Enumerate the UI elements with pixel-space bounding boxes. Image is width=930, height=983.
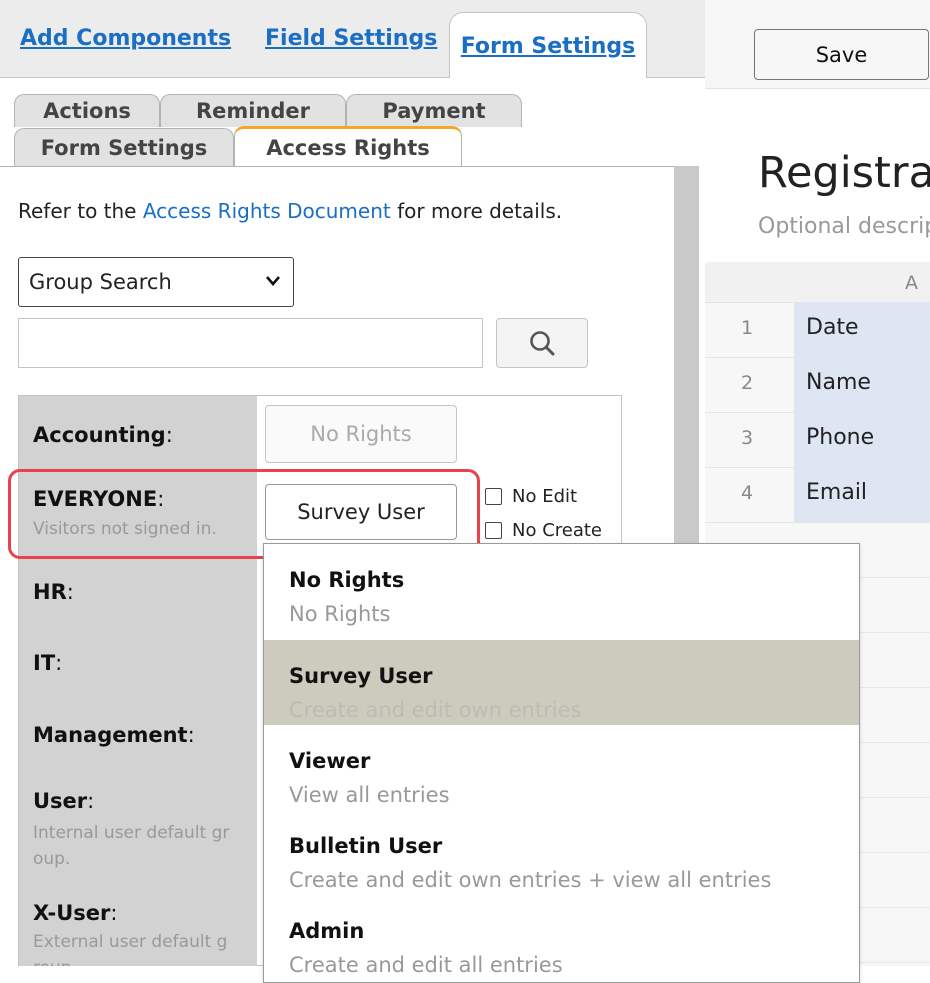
option-title: No Rights (289, 568, 405, 592)
chevron-down-icon (265, 272, 281, 291)
row-number: 3 (741, 427, 754, 449)
dropdown-option-viewer[interactable]: Viewer View all entries (264, 725, 859, 810)
group-search-input[interactable] (18, 318, 483, 368)
access-rights-doc-link[interactable]: Access Rights Document (143, 199, 391, 223)
field-label: Date (806, 315, 859, 340)
subtab-payment[interactable]: Payment (346, 94, 522, 127)
tab-field-settings[interactable]: Field Settings (265, 0, 437, 77)
top-tabs-bar: Add Components Field Settings Form Setti… (0, 0, 705, 78)
option-desc: Create and edit all entries (289, 953, 563, 977)
checkbox-box[interactable] (485, 522, 502, 539)
group-name-management: Management: (33, 723, 195, 747)
group-name-x-user: X-User: (33, 901, 118, 925)
dropdown-option-survey-user[interactable]: Survey User Create and edit own entries (264, 640, 859, 725)
subtab-actions[interactable]: Actions (14, 94, 160, 127)
option-desc: View all entries (289, 783, 450, 807)
table-row: 1 Date (705, 302, 930, 358)
table-row: 2 Name (705, 357, 930, 413)
column-header: A (705, 262, 930, 303)
field-cell-phone[interactable]: Phone (794, 412, 930, 467)
tab-add-components[interactable]: Add Components (20, 0, 231, 77)
group-name-it: IT: (33, 651, 63, 675)
accounting-rights-button[interactable]: No Rights (265, 405, 457, 463)
no-edit-label: No Edit (512, 486, 578, 507)
magnifier-icon (530, 331, 555, 356)
field-label: Phone (806, 425, 875, 450)
group-search-select[interactable]: Group Search (18, 257, 294, 307)
option-desc: Create and edit own entries (289, 698, 582, 722)
row-number: 1 (741, 317, 754, 339)
dropdown-option-bulletin-user[interactable]: Bulletin User Create and edit own entrie… (264, 810, 859, 895)
field-label: Email (806, 480, 868, 505)
table-row: 3 Phone (705, 412, 930, 468)
checkbox-box[interactable] (485, 488, 502, 505)
no-create-label: No Create (512, 520, 603, 541)
group-search-button[interactable] (496, 318, 588, 368)
tab-form-settings[interactable]: Form Settings (449, 12, 647, 78)
no-edit-checkbox[interactable]: No Edit (485, 486, 577, 507)
option-title: Viewer (289, 749, 371, 773)
refer-text: Refer to the Access Rights Document for … (18, 199, 562, 223)
group-name-user: User: (33, 789, 95, 813)
field-cell-email[interactable]: Email (794, 467, 930, 522)
dropdown-option-admin[interactable]: Admin Create and edit all entries (264, 895, 859, 980)
save-button[interactable]: Save (754, 29, 929, 80)
subtab-access-rights[interactable]: Access Rights (234, 126, 462, 166)
refer-suffix: for more details. (390, 199, 563, 223)
group-desc-x-user: External user default g roup. (33, 932, 228, 966)
rights-dropdown-menu: No Rights No Rights Survey User Create a… (263, 543, 860, 983)
group-select-value: Group Search (29, 270, 172, 294)
option-title: Admin (289, 919, 365, 943)
column-label-a: A (905, 272, 918, 294)
option-title: Survey User (289, 664, 433, 688)
table-row: 4 Email (705, 467, 930, 523)
subtab-reminder[interactable]: Reminder (160, 94, 346, 127)
no-create-checkbox[interactable]: No Create (485, 520, 602, 541)
option-desc: Create and edit own entries + view all e… (289, 868, 772, 892)
preview-toolbar: Save (705, 0, 930, 89)
row-number: 4 (741, 482, 754, 504)
field-cell-name[interactable]: Name (794, 357, 930, 412)
form-description[interactable]: Optional description (758, 214, 930, 239)
subtab-form-settings[interactable]: Form Settings (14, 128, 234, 166)
row-number: 2 (741, 372, 754, 394)
field-label: Name (806, 370, 871, 395)
sub-tabs: Actions Reminder Payment Form Settings A… (0, 78, 705, 166)
group-name-hr: HR: (33, 580, 74, 604)
group-desc-user: Internal user default gr oup. (33, 823, 230, 869)
option-title: Bulletin User (289, 834, 443, 858)
dropdown-option-no-rights[interactable]: No Rights No Rights (264, 544, 859, 629)
refer-prefix: Refer to the (18, 199, 143, 223)
field-cell-date[interactable]: Date (794, 302, 930, 357)
form-title[interactable]: Registration (758, 148, 930, 198)
group-name-accounting: Accounting: (33, 423, 173, 447)
option-desc: No Rights (289, 602, 391, 626)
